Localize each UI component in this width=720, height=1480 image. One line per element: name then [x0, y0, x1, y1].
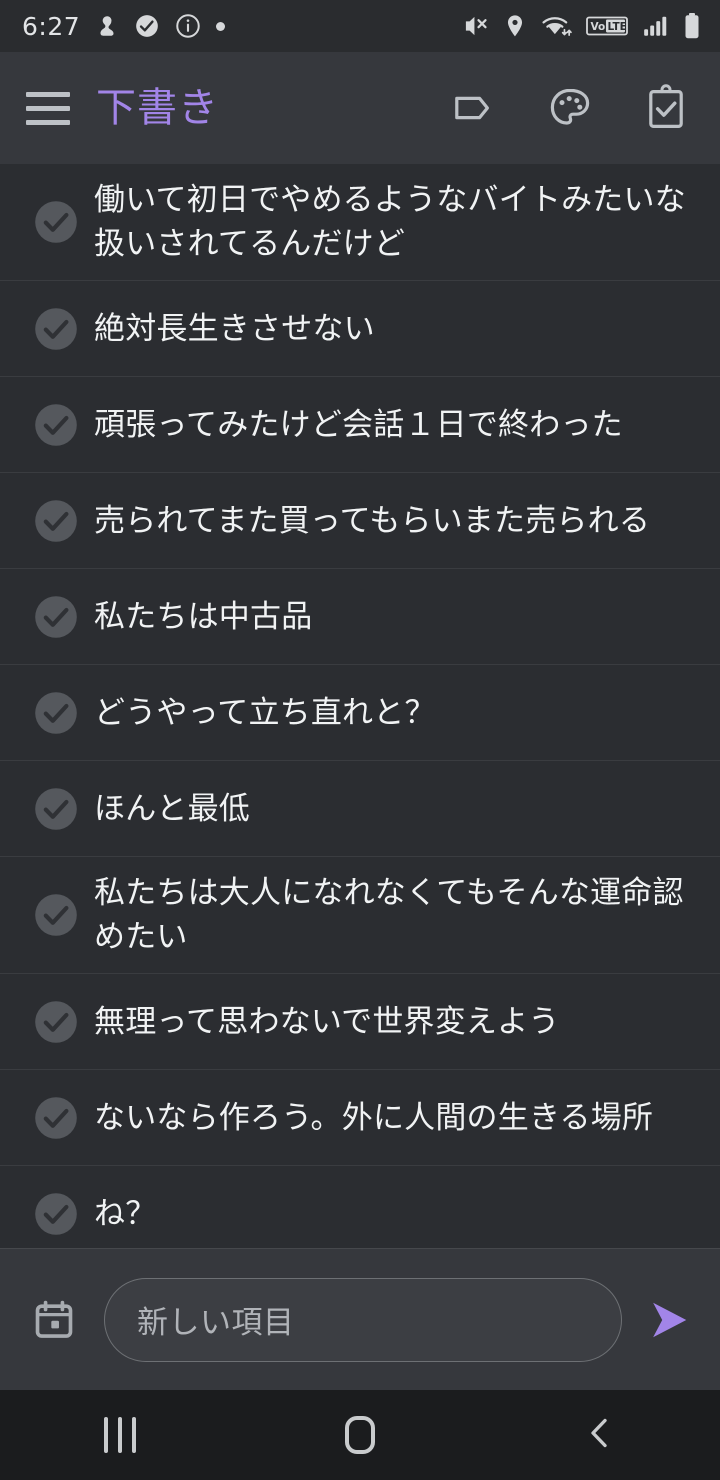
check-badge-icon: [134, 13, 160, 39]
home-icon: [345, 1416, 375, 1454]
check-circle-icon[interactable]: [32, 1190, 80, 1238]
check-circle-icon[interactable]: [32, 689, 80, 737]
new-item-composer: 新しい項目: [0, 1248, 720, 1390]
check-circle-icon[interactable]: [32, 998, 80, 1046]
new-item-placeholder: 新しい項目: [137, 1305, 295, 1341]
list-item[interactable]: 働いて初日でやめるようなバイトみたいな扱いされてるんだけど: [0, 164, 720, 282]
list-item[interactable]: 絶対長生きさせない: [0, 281, 720, 378]
nav-home-button[interactable]: [240, 1390, 480, 1480]
status-clock: 6:27: [22, 11, 81, 41]
list-item-label: 無理って思わないで世界変えよう: [94, 1003, 560, 1040]
alarm-icon: [94, 13, 120, 39]
check-circle-icon[interactable]: [32, 305, 80, 353]
check-circle-icon[interactable]: [32, 891, 80, 939]
hamburger-menu-icon[interactable]: [26, 85, 72, 131]
dot-icon: [216, 21, 226, 31]
list-item-label: 私たちは中古品: [94, 598, 313, 635]
send-arrow-icon[interactable]: [638, 1289, 700, 1351]
system-nav-bar: [0, 1390, 720, 1480]
app-toolbar: 下書き: [0, 52, 720, 168]
check-circle-icon[interactable]: [32, 497, 80, 545]
list-item-label: 働いて初日でやめるようなバイトみたいな扱いされてるんだけど: [94, 182, 686, 263]
wifi-icon: [541, 13, 573, 39]
mute-icon: [461, 12, 489, 40]
volte-icon: Vo LTE: [586, 14, 628, 38]
list-item-label: 頑張ってみたけど会話１日で終わった: [94, 406, 623, 443]
check-circle-icon[interactable]: [32, 785, 80, 833]
palette-icon[interactable]: [544, 82, 596, 134]
page-title: 下書き: [96, 85, 219, 131]
list-item[interactable]: 売られてまた買ってもらいまた売られる: [0, 473, 720, 570]
status-bar-left: 6:27: [22, 11, 226, 41]
list-item[interactable]: どうやって立ち直れと？: [0, 665, 720, 762]
list-item[interactable]: 私たちは中古品: [0, 569, 720, 666]
check-circle-icon[interactable]: [32, 593, 80, 641]
nav-recents-button[interactable]: [0, 1390, 240, 1480]
battery-icon: [682, 12, 702, 40]
list-item-label: ないなら作ろう。外に人間の生きる場所: [94, 1099, 654, 1136]
clipboard-check-icon[interactable]: [640, 82, 692, 134]
list-item-label: どうやって立ち直れと？: [94, 694, 436, 731]
list-item[interactable]: 無理って思わないで世界変えよう: [0, 974, 720, 1071]
list-item[interactable]: ね？: [0, 1166, 720, 1248]
info-icon: [174, 12, 202, 40]
svg-text:Vo: Vo: [591, 21, 606, 33]
calendar-icon[interactable]: [26, 1292, 82, 1348]
checklist: 働いて初日でやめるようなバイトみたいな扱いされてるんだけど絶対長生きさせない頑張…: [0, 164, 720, 1248]
nav-back-button[interactable]: [480, 1390, 720, 1480]
list-item-label: 私たちは大人になれなくてもそんな運命認めたい: [94, 875, 684, 956]
new-item-input[interactable]: 新しい項目: [104, 1277, 622, 1362]
list-item-label: ね？: [94, 1195, 157, 1232]
location-icon: [502, 13, 528, 39]
check-circle-icon[interactable]: [32, 401, 80, 449]
status-bar-right: Vo LTE: [461, 12, 702, 40]
recents-icon: [104, 1417, 136, 1453]
check-circle-icon[interactable]: [32, 1094, 80, 1142]
toolbar-actions: [448, 82, 698, 134]
list-item-label: ほんと最低: [94, 790, 250, 827]
phone-screen: 6:27 Vo LTE 下書き 働いて初日でやめるようなバイトみたいな扱いされて…: [0, 0, 720, 1480]
tag-icon[interactable]: [448, 82, 500, 134]
list-item[interactable]: ないなら作ろう。外に人間の生きる場所: [0, 1070, 720, 1167]
list-item[interactable]: 私たちは大人になれなくてもそんな運命認めたい: [0, 857, 720, 975]
list-item[interactable]: 頑張ってみたけど会話１日で終わった: [0, 377, 720, 474]
list-item-label: 絶対長生きさせない: [94, 310, 375, 347]
check-circle-icon[interactable]: [32, 198, 80, 246]
status-bar: 6:27 Vo LTE: [0, 0, 720, 52]
list-item[interactable]: ほんと最低: [0, 761, 720, 858]
list-item-label: 売られてまた買ってもらいまた売られる: [94, 502, 651, 539]
signal-icon: [641, 13, 669, 39]
svg-text:LTE: LTE: [608, 21, 627, 33]
back-chevron-icon: [580, 1413, 620, 1457]
